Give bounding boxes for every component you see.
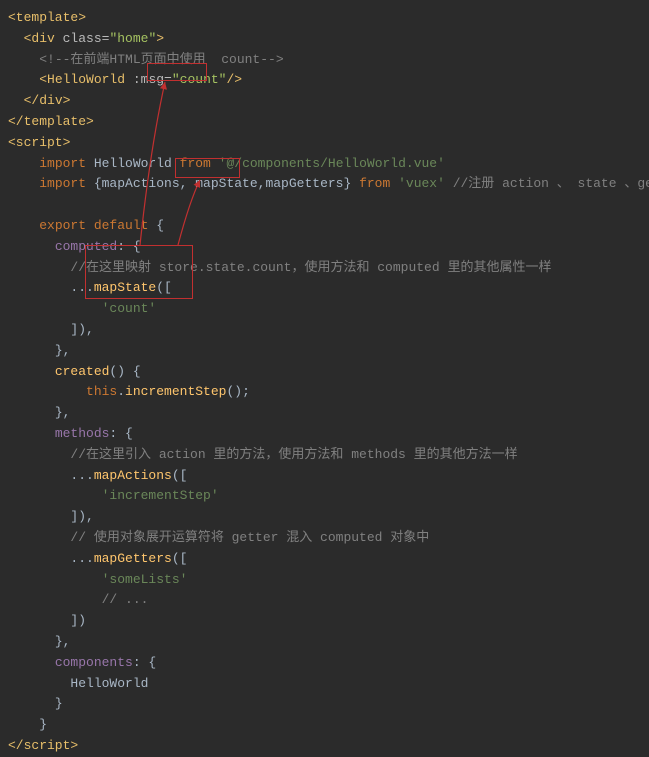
code-line: 'count' <box>0 299 649 320</box>
code-line: </script> <box>0 736 649 757</box>
code-line: methods: { <box>0 424 649 445</box>
code-line: </template> <box>0 112 649 133</box>
code-line: <template> <box>0 8 649 29</box>
code-line: } <box>0 715 649 736</box>
code-line: <div class="home"> <box>0 29 649 50</box>
code-line: </div> <box>0 91 649 112</box>
code-line: //在这里映射 store.state.count，使用方法和 computed… <box>0 258 649 279</box>
code-line: } <box>0 694 649 715</box>
code-line: components: { <box>0 653 649 674</box>
code-line: ]) <box>0 611 649 632</box>
code-line: export default { <box>0 216 649 237</box>
code-line: <script> <box>0 133 649 154</box>
code-line: // ... <box>0 590 649 611</box>
code-line: ...mapGetters([ <box>0 549 649 570</box>
code-line: import {mapActions, mapState,mapGetters}… <box>0 174 649 195</box>
code-line: computed: { <box>0 237 649 258</box>
code-line: 'incrementStep' <box>0 486 649 507</box>
code-line: }, <box>0 632 649 653</box>
code-line: <HelloWorld :msg="count"/> <box>0 70 649 91</box>
code-line: }, <box>0 341 649 362</box>
code-line: }, <box>0 403 649 424</box>
code-line: ]), <box>0 507 649 528</box>
code-line: HelloWorld <box>0 674 649 695</box>
code-line: created() { <box>0 362 649 383</box>
code-line: this.incrementStep(); <box>0 382 649 403</box>
code-line: //在这里引入 action 里的方法，使用方法和 methods 里的其他方法… <box>0 445 649 466</box>
code-line: 'someLists' <box>0 570 649 591</box>
code-line: ...mapState([ <box>0 278 649 299</box>
code-line: <!--在前端HTML页面中使用 count--> <box>0 50 649 71</box>
code-line: ]), <box>0 320 649 341</box>
code-line: import HelloWorld from '@/components/Hel… <box>0 154 649 175</box>
code-line: // 使用对象展开运算符将 getter 混入 computed 对象中 <box>0 528 649 549</box>
code-editor: <template> <div class="home"> <!--在前端HTM… <box>0 8 649 757</box>
code-line: ...mapActions([ <box>0 466 649 487</box>
code-line <box>0 195 649 216</box>
